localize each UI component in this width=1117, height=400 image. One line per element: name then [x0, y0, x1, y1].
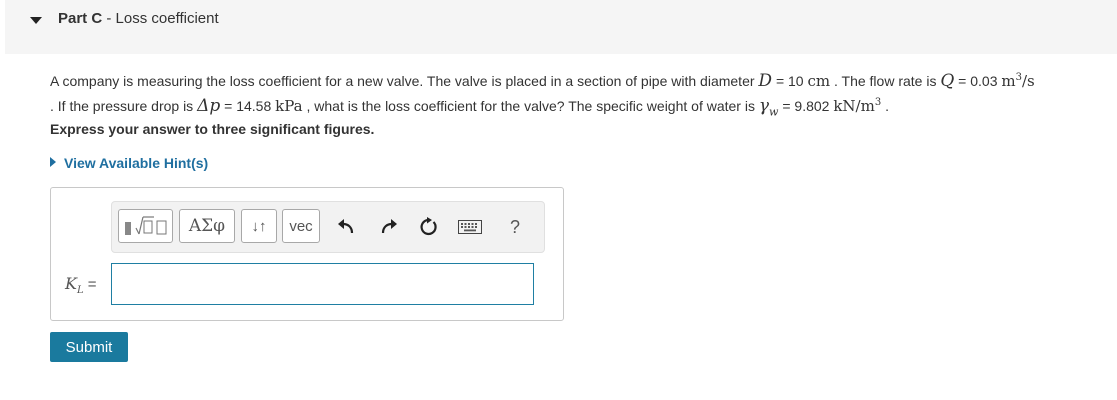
submit-button[interactable]: Submit: [50, 332, 128, 362]
pressure-drop-value: = 14.58: [220, 98, 276, 114]
answer-input[interactable]: [111, 263, 534, 305]
templates-icon: [124, 216, 166, 235]
redo-icon[interactable]: [377, 216, 399, 238]
answer-instruction: Express your answer to three significant…: [50, 121, 375, 137]
variable-subscript: L: [76, 285, 84, 297]
vector-label: vec: [289, 217, 313, 235]
greek-symbols-button[interactable]: ΑΣφ: [179, 209, 235, 243]
diameter-symbol: D: [758, 71, 773, 91]
undo-icon[interactable]: [336, 216, 358, 238]
subscript-superscript-button[interactable]: ↓↑: [241, 209, 277, 243]
question-segment: .: [881, 98, 889, 114]
specific-weight-unit: kN/m3: [833, 97, 881, 115]
flow-rate-symbol: Q: [940, 71, 955, 91]
flow-rate-unit-base: m: [1001, 72, 1016, 90]
question-text: A company is measuring the loss coeffici…: [50, 67, 1110, 123]
part-header: Part C - Loss coefficient: [5, 0, 1117, 54]
part-title: Part C - Loss coefficient: [58, 10, 219, 27]
collapse-caret-icon[interactable]: [29, 13, 43, 27]
answer-variable: KL: [65, 274, 84, 297]
pressure-drop-unit: kPa: [275, 97, 303, 115]
equals-sign: =: [83, 276, 97, 293]
specific-weight-symbol: γw: [758, 96, 779, 118]
view-hints-label: View Available Hint(s): [64, 155, 209, 171]
question-segment: A company is measuring the loss coeffici…: [50, 73, 759, 89]
flow-rate-unit: m3/s: [1001, 72, 1034, 90]
help-icon[interactable]: ?: [504, 216, 526, 238]
question-segment: . The flow rate is: [830, 73, 941, 89]
reset-icon[interactable]: [418, 216, 440, 238]
flow-rate-value: = 0.03: [954, 73, 1002, 89]
specific-weight-unit-base: kN/m: [833, 97, 875, 115]
keyboard-icon[interactable]: [457, 216, 483, 238]
part-separator: -: [102, 10, 116, 27]
pressure-drop-symbol: Δp: [197, 96, 221, 116]
gamma-symbol: γ: [758, 96, 770, 116]
answer-variable-label: KL =: [65, 274, 97, 296]
question-segment: , what is the loss coefficient for the v…: [302, 98, 759, 114]
specific-weight-value: = 9.802: [778, 98, 834, 114]
flow-rate-unit-tail: /s: [1021, 72, 1035, 90]
view-hints-link[interactable]: View Available Hint(s): [50, 155, 208, 171]
greek-symbols-label: ΑΣφ: [188, 216, 226, 236]
diameter-unit: cm: [807, 72, 831, 90]
answer-box: ΑΣφ ↓↑ vec ? KL =: [50, 187, 564, 321]
caret-right-icon: [50, 157, 56, 167]
sub-sup-label: ↓↑: [251, 217, 267, 235]
templates-button[interactable]: [118, 209, 173, 243]
math-toolbar: ΑΣφ ↓↑ vec ?: [111, 201, 545, 253]
part-label: Part C: [58, 10, 103, 27]
help-label: ?: [509, 216, 520, 237]
diameter-value: = 10: [772, 73, 808, 89]
vector-button[interactable]: vec: [282, 209, 320, 243]
part-name: Loss coefficient: [115, 10, 219, 27]
variable-symbol: K: [65, 274, 77, 293]
question-segment: . If the pressure drop is: [50, 98, 198, 114]
